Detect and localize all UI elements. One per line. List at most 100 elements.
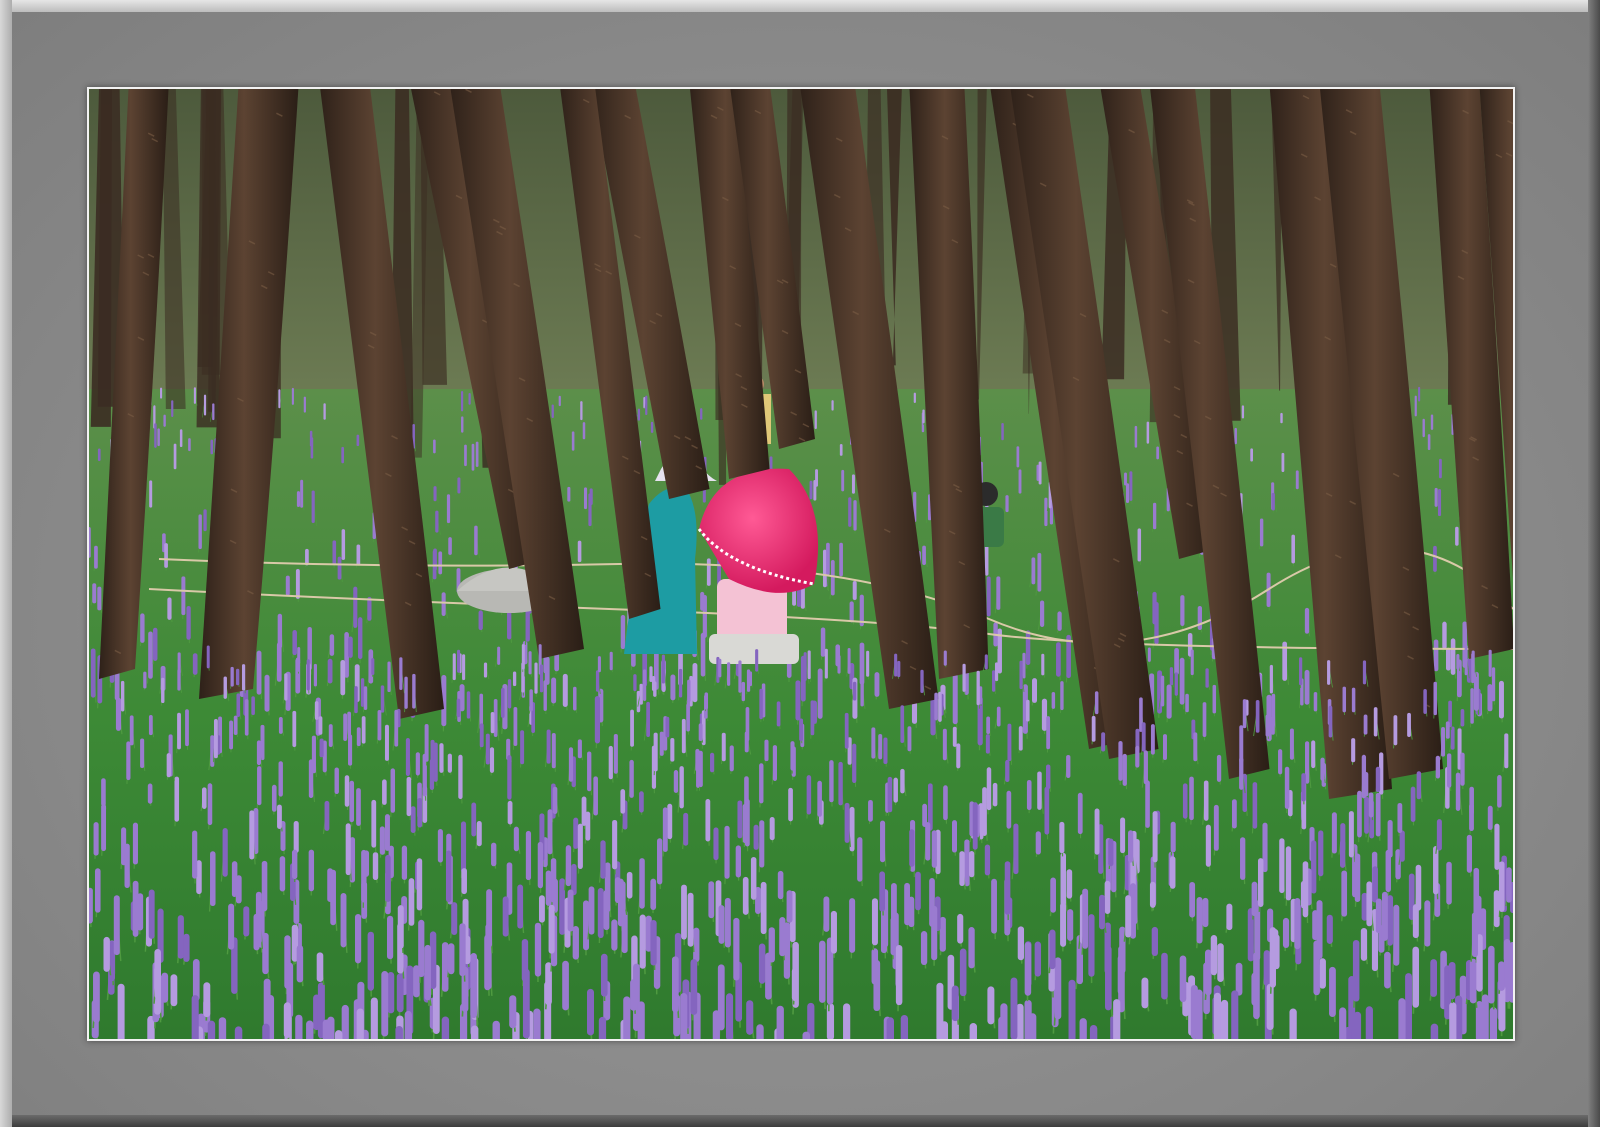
lavender-spike (1269, 927, 1276, 988)
lavender-spike (1056, 642, 1061, 677)
lavender-spike (886, 1017, 895, 1039)
frame-bevel-left (0, 0, 12, 1127)
lavender-spike (397, 905, 404, 949)
lavender-spike (456, 698, 461, 718)
lavender-spike (951, 820, 957, 853)
lavender-spike (293, 821, 299, 853)
lavender-spike (1099, 894, 1105, 930)
lavender-spike (297, 646, 301, 665)
lavender-spike (1203, 780, 1209, 821)
lavender-spike (968, 851, 975, 878)
lavender-spike (986, 767, 992, 811)
lavender-spike (1128, 830, 1134, 863)
lavender-spike (1279, 838, 1285, 894)
lavender-spike (384, 724, 389, 761)
lavender-spike (451, 902, 458, 935)
lavender-spike (1161, 952, 1168, 1000)
lavender-spike (177, 652, 181, 674)
lavender-spike (839, 443, 843, 456)
lavender-spike (1311, 740, 1316, 769)
lavender-spike (1460, 752, 1465, 786)
lavender-spike (683, 812, 689, 846)
lavender-spike (1433, 681, 1437, 716)
lavender-spike (746, 1000, 754, 1035)
lavender-spike (1202, 702, 1207, 737)
lavender-spike (1418, 386, 1421, 402)
lavender-spike (706, 558, 711, 586)
lavender-spike (256, 740, 261, 766)
lavender-spike (1448, 961, 1456, 1000)
lavender-spike (1141, 977, 1149, 1009)
lavender-spike (543, 680, 547, 711)
lavender-spike (857, 837, 863, 882)
lavender-spike (880, 820, 886, 863)
lavender-spike (583, 487, 588, 510)
lavender-spike (318, 716, 323, 735)
lavender-spike (230, 666, 234, 687)
lavender-spike (1498, 861, 1505, 912)
lavender-spike (1407, 712, 1411, 738)
lavender-spike (461, 416, 464, 433)
lavender-spike (1124, 472, 1127, 486)
lavender-spike (529, 689, 533, 712)
lavender-spike (460, 391, 464, 412)
lavender-spike (415, 752, 420, 776)
lavender-spike (580, 401, 583, 421)
lavender-spike (101, 804, 107, 852)
lavender-spike (1094, 691, 1099, 715)
lavender-spike (759, 763, 764, 804)
lavender-spike (395, 1026, 403, 1039)
lavender-spike (367, 931, 374, 991)
lavender-spike (577, 540, 582, 563)
lavender-spike (314, 701, 319, 720)
lavender-spike (1427, 434, 1431, 450)
lavender-spike (600, 953, 608, 997)
lavender-spike (562, 673, 568, 707)
lavender-spike (1405, 973, 1412, 1039)
lavender-spike (327, 658, 333, 684)
lavender-spike (160, 387, 163, 399)
lavender-spike (871, 898, 878, 946)
lavender-spike (183, 933, 190, 962)
lavender-spike (521, 644, 525, 670)
lavender-spike (621, 910, 628, 954)
lavender-spike (920, 669, 924, 694)
lavender-spike (710, 752, 715, 773)
lavender-spike (291, 387, 294, 405)
lavender-spike (779, 917, 786, 957)
lavender-spike (372, 852, 379, 881)
lavender-spike (704, 692, 709, 710)
lavender-spike (361, 849, 367, 903)
lavender-spike (371, 799, 377, 848)
lavender-spike (394, 709, 399, 747)
lavender-spike (140, 613, 145, 643)
lavender-spike (600, 840, 606, 879)
lavender-spike (539, 664, 544, 693)
lavender-spike (262, 1023, 270, 1039)
lavender-spike (348, 636, 353, 658)
lavender-spike (1436, 819, 1442, 851)
lavender-spike (1049, 929, 1056, 970)
lavender-spike (433, 548, 437, 571)
lavender-spike (1174, 647, 1179, 675)
lavender-spike (174, 776, 180, 822)
lavender-spike (1241, 405, 1245, 419)
lavender-spike (790, 741, 795, 771)
lavender-spike (614, 877, 621, 903)
lavender-spike (1185, 693, 1189, 713)
lavender-spike (1318, 830, 1324, 877)
lavender-spike (241, 664, 246, 691)
lavender-spike (1141, 722, 1146, 752)
lavender-spike (690, 959, 698, 1015)
lavender-spike (401, 845, 408, 880)
lavender-spike (491, 842, 497, 867)
lavender-spike (900, 705, 905, 743)
lavender-spike (192, 959, 200, 1001)
lavender-spike (1341, 870, 1348, 917)
lavender-spike (1257, 858, 1264, 907)
lavender-spike (679, 766, 684, 809)
lavender-spike (849, 898, 856, 953)
lavender-spike (244, 699, 249, 736)
lavender-spike (712, 1010, 720, 1039)
lavender-spike (308, 849, 315, 892)
